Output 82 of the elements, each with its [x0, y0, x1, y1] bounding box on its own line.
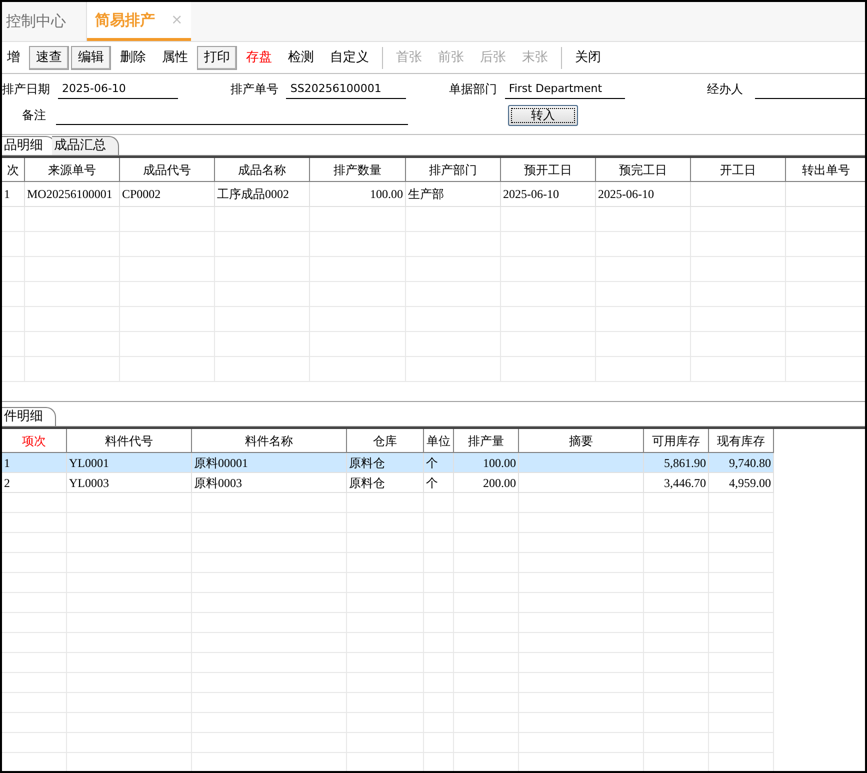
- column-header[interactable]: 成品代号: [120, 158, 215, 182]
- table-cell: [2, 493, 67, 513]
- table-cell: 2: [2, 473, 67, 493]
- table-cell: [2, 207, 25, 232]
- table-cell: [2, 307, 25, 332]
- column-header[interactable]: 次: [2, 158, 25, 182]
- table-cell: 原料0003: [192, 473, 347, 493]
- field-label: 单据部门: [448, 81, 497, 98]
- table-cell: 生产部: [406, 182, 501, 207]
- input-field[interactable]: 2025-06-10: [58, 80, 178, 98]
- table-cell: [2, 553, 67, 573]
- table-row[interactable]: 2 YL0003 原料0003 原料仓 个 200.00 3,446.70 4,959.00: [2, 473, 774, 493]
- field-label: 经办人: [707, 81, 743, 98]
- table-cell: 1: [2, 182, 25, 207]
- sheet-tab[interactable]: 件明细: [2, 407, 56, 426]
- table-cell: [709, 493, 774, 513]
- column-header[interactable]: 仓库: [347, 429, 424, 453]
- toolbar-button[interactable]: 打印: [197, 46, 237, 70]
- toolbar-button[interactable]: 存盘: [239, 46, 279, 70]
- toolbar-button[interactable]: 编辑: [71, 46, 111, 70]
- sheet-tab[interactable]: 成品汇总: [52, 136, 119, 155]
- table-row[interactable]: 1 MO20256100001 CP0002 工序成品0002 100.00 生产部 2025-06-10 2025-06-10: [2, 182, 865, 207]
- column-header[interactable]: 可用库存: [644, 429, 709, 453]
- column-header[interactable]: 摘要: [519, 429, 644, 453]
- column-header[interactable]: 开工日: [691, 158, 786, 182]
- table-cell: [2, 593, 67, 613]
- toolbar-button[interactable]: 自定义: [323, 46, 376, 70]
- table-cell: [2, 693, 67, 713]
- table-cell: [2, 633, 67, 653]
- column-header[interactable]: 现有库存: [709, 429, 774, 453]
- column-header[interactable]: 项次: [2, 429, 67, 453]
- column-header[interactable]: 料件代号: [67, 429, 192, 453]
- table-cell: 100.00: [310, 182, 406, 207]
- column-header[interactable]: 单位: [424, 429, 454, 453]
- column-header[interactable]: 预开工日: [501, 158, 596, 182]
- table-cell: 3,446.70: [644, 473, 709, 493]
- table-cell: [2, 232, 25, 257]
- toolbar-button[interactable]: 删除: [113, 46, 153, 70]
- table-cell: 工序成品0002: [215, 182, 310, 207]
- table-cell: [2, 733, 67, 753]
- table-cell: MO20256100001: [25, 182, 120, 207]
- table-cell: CP0002: [120, 182, 215, 207]
- table-cell: 2025-06-10: [501, 182, 596, 207]
- table-cell: [2, 573, 67, 593]
- column-header[interactable]: 排产量: [454, 429, 519, 453]
- toolbar-button[interactable]: 速查: [29, 46, 69, 70]
- table-cell: [2, 257, 25, 282]
- column-header[interactable]: 料件名称: [192, 429, 347, 453]
- table-cell: [2, 533, 67, 553]
- table-cell: 原料仓: [347, 473, 424, 493]
- table-cell: [2, 653, 67, 673]
- transfer-button[interactable]: 转入: [508, 104, 578, 126]
- field-label: 备注: [22, 107, 46, 124]
- input-field[interactable]: First Department: [504, 80, 625, 98]
- toolbar-button[interactable]: 增: [2, 46, 27, 70]
- field-label: 排产日期: [2, 81, 50, 98]
- table-cell: 200.00: [454, 473, 519, 493]
- toolbar-button[interactable]: 属性: [155, 46, 195, 70]
- column-header[interactable]: 预完工日: [596, 158, 691, 182]
- table-cell: 个: [424, 473, 454, 493]
- column-header[interactable]: 来源单号: [25, 158, 120, 182]
- table-cell: [2, 673, 67, 693]
- table-cell: 2025-06-10: [596, 182, 691, 207]
- table-cell: [2, 613, 67, 633]
- table-cell: [2, 332, 25, 357]
- toolbar-button[interactable]: 检测: [281, 46, 321, 70]
- table-cell: [454, 493, 519, 513]
- toolbar-button[interactable]: 关闭: [568, 46, 608, 70]
- column-header[interactable]: 成品名称: [215, 158, 310, 182]
- table-cell: [2, 357, 25, 382]
- input-field[interactable]: SS20256100001: [286, 80, 406, 98]
- column-header[interactable]: 排产数量: [310, 158, 406, 182]
- table-cell: YL0003: [67, 473, 192, 493]
- table-cell: [2, 282, 25, 307]
- table-cell: 4,959.00: [709, 473, 774, 493]
- table-cell: [2, 513, 67, 533]
- table-cell: [644, 493, 709, 513]
- column-header[interactable]: 排产部门: [406, 158, 501, 182]
- field-label: 排产单号: [230, 81, 278, 98]
- table-cell: [424, 493, 454, 513]
- table-row[interactable]: 1 YL0001 原料00001 原料仓 个 100.00 5,861.90 9,740.80: [2, 453, 774, 473]
- table-cell: [2, 713, 67, 733]
